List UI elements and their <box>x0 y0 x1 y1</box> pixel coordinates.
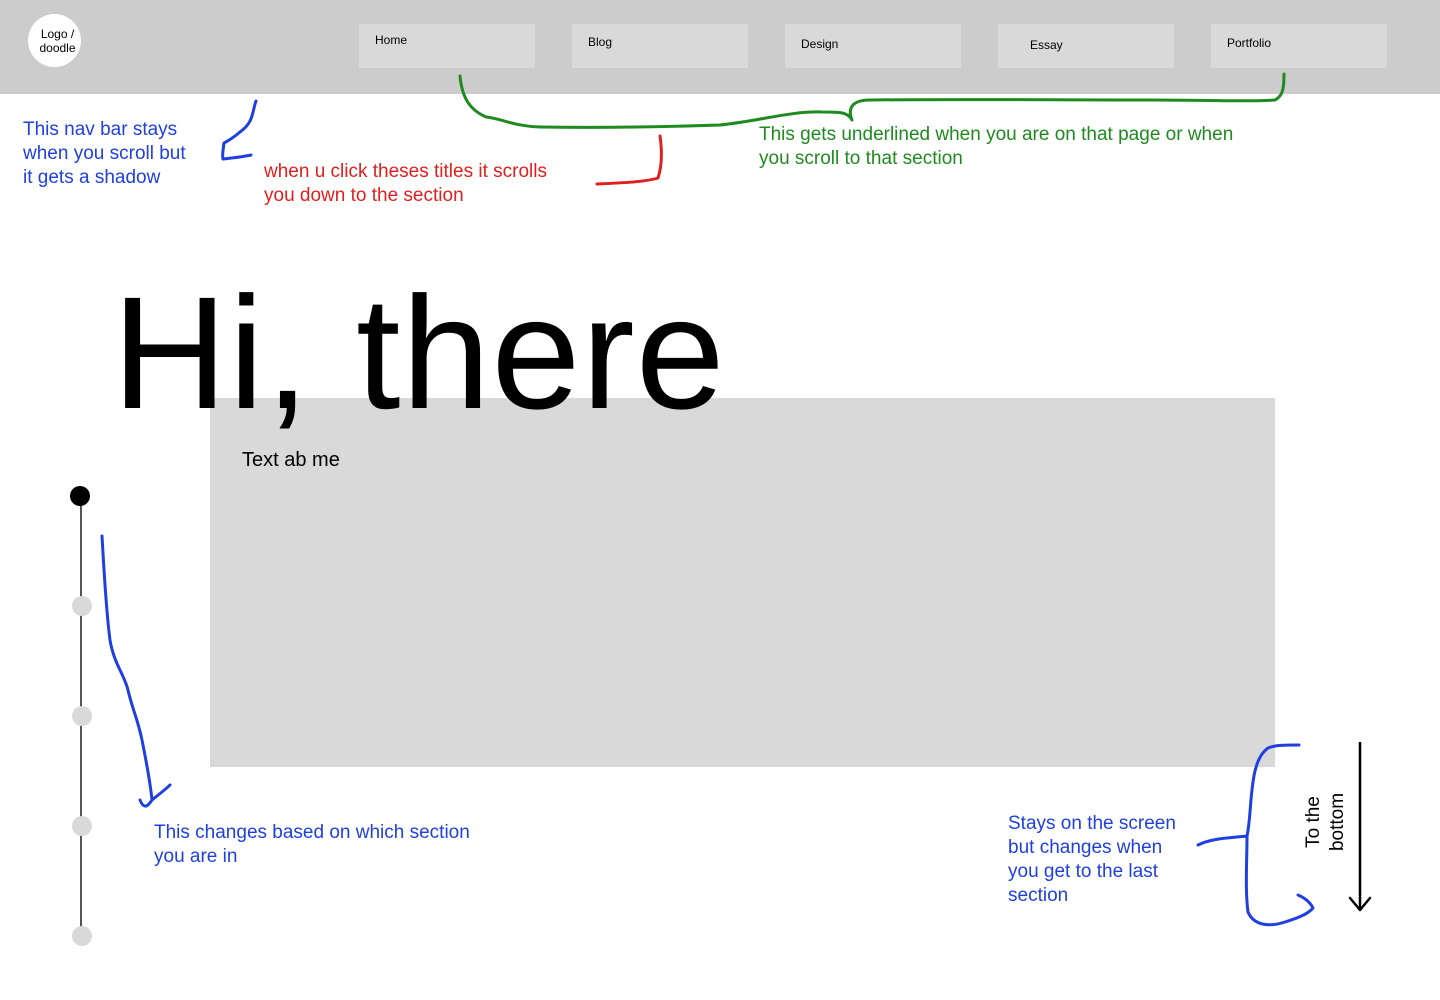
timeline-dot-4[interactable] <box>72 816 92 836</box>
about-text: Text ab me <box>242 449 340 471</box>
click-annotation: when u click theses titles it scrolls yo… <box>264 161 547 206</box>
timeline-annotation: This changes based on which section you … <box>154 822 470 867</box>
nav-bar: Logo / doodle Home Blog Design Essay Por… <box>0 0 1440 94</box>
navbar-annotation: This nav bar stays when you scroll but i… <box>23 119 186 188</box>
timeline-note-arrow <box>100 534 172 808</box>
nav-item-home[interactable]: Home <box>359 24 535 68</box>
click-note-arrow <box>595 134 663 186</box>
underline-annotation: This gets underlined when you are on tha… <box>759 124 1234 169</box>
nav-item-blog[interactable]: Blog <box>572 24 748 68</box>
hero-title: Hi, there <box>112 263 726 442</box>
nav-item-label: Portfolio <box>1227 36 1272 50</box>
nav-item-label: Essay <box>1030 38 1063 52</box>
down-arrow-head-icon <box>1348 896 1372 912</box>
timeline-dot-3[interactable] <box>72 706 92 726</box>
scroll-to-bottom-button[interactable]: To the bottom <box>1302 772 1350 872</box>
nav-item-design[interactable]: Design <box>785 24 961 68</box>
about-section <box>210 398 1275 767</box>
timeline-dot-2[interactable] <box>72 596 92 616</box>
logo-label: Logo / doodle <box>39 26 76 55</box>
scroll-note-brace <box>1196 743 1315 927</box>
timeline-dot-1[interactable] <box>70 486 90 506</box>
scroll-annotation: Stays on the screen but changes when you… <box>1008 813 1176 906</box>
nav-item-label: Design <box>801 37 839 51</box>
timeline-dot-5[interactable] <box>72 926 92 946</box>
nav-item-label: Home <box>375 33 408 47</box>
navbar-note-arrow <box>221 99 258 161</box>
nav-item-portfolio[interactable]: Portfolio <box>1211 24 1387 68</box>
nav-item-essay[interactable]: Essay <box>998 24 1174 68</box>
logo[interactable]: Logo / doodle <box>28 14 81 67</box>
nav-item-label: Blog <box>588 35 613 49</box>
